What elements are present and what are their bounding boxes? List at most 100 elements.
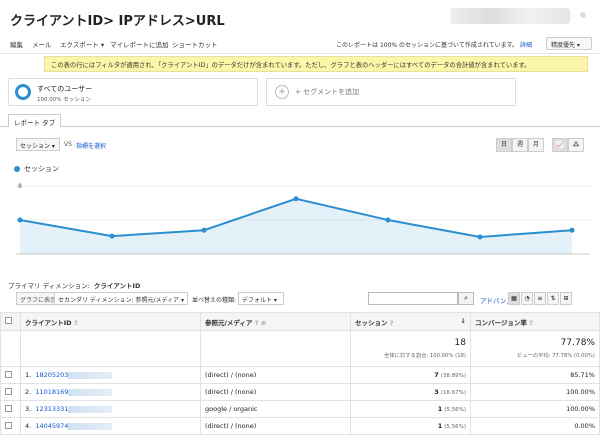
edit-button[interactable]: 編集	[10, 39, 23, 49]
table-search-input[interactable]	[368, 292, 458, 305]
sampling-note: このレポートは 100% のセッションに基づいて作成されています。 詳細	[336, 42, 532, 49]
account-info-blurred	[450, 8, 570, 24]
account-menu-icon[interactable]	[580, 12, 586, 18]
email-button[interactable]: メール	[32, 39, 52, 49]
header-source-medium[interactable]: 参照元/メディア ? ⊗	[200, 312, 351, 331]
client-id-link[interactable]: 14045974	[35, 422, 68, 430]
table-row: 2. 11018169 (direct) / (none) 3 (16.67%) …	[0, 383, 600, 401]
search-icon[interactable]: ⌕	[458, 292, 474, 305]
primary-dimension-value: クライアントID	[93, 282, 141, 290]
client-id-link[interactable]: 18205203	[35, 371, 68, 379]
total-conv-sub: ビューの平均: 77.78% (0.00%)	[516, 353, 595, 359]
conv-value: 100.00%	[470, 383, 600, 401]
period-month-button[interactable]: 月	[528, 138, 544, 152]
header-sessions[interactable]: セッション ? ↓	[350, 312, 471, 331]
data-point-3[interactable]	[293, 196, 299, 202]
data-point-2[interactable]	[201, 227, 207, 233]
table-row: 4. 14045974 (direct) / (none) 1 (5.56%) 0…	[0, 417, 600, 435]
shortcut-button[interactable]: ショートカット	[172, 39, 218, 49]
row-checkbox[interactable]	[5, 421, 12, 429]
motion-chart-icon[interactable]: ⁂	[568, 138, 584, 152]
select-all-cell	[0, 312, 21, 331]
data-point-1[interactable]	[109, 233, 115, 239]
row-index: 4.	[25, 422, 32, 430]
sessions-value: 1	[437, 405, 443, 413]
data-point-5[interactable]	[477, 234, 483, 240]
export-button[interactable]: エクスポート ▾	[60, 39, 104, 49]
comparison-view-icon[interactable]: ⇅	[547, 292, 559, 305]
data-point-6[interactable]	[569, 227, 575, 233]
data-point-0[interactable]	[17, 217, 23, 223]
page-title: クライアントID> IPアドレス>URL	[10, 14, 225, 29]
table-filters: グラフに表示 セカンダリ ディメンション: 参照元/メディア ▾ 並べ替えの種類…	[0, 292, 600, 308]
table-view-icon[interactable]: ▦	[508, 292, 520, 305]
client-id-blur	[68, 371, 113, 379]
pivot-view-icon[interactable]: ⊞	[560, 292, 572, 305]
client-id-blur	[68, 405, 113, 413]
help-icon: ?	[389, 318, 394, 327]
help-icon: ? ⊗	[254, 318, 267, 327]
source-cell: (direct) / (none)	[200, 383, 351, 401]
add-to-dashboard-button[interactable]: マイレポートに追加	[110, 39, 169, 49]
client-id-blur	[68, 422, 113, 430]
pie-view-icon[interactable]: ◔	[521, 292, 533, 305]
row-index: 2.	[25, 388, 32, 396]
secondary-dimension-dropdown[interactable]: セカンダリ ディメンション: 参照元/メディア ▾	[54, 292, 188, 305]
sort-type-dropdown[interactable]: デフォルト ▾	[238, 292, 284, 305]
total-sessions-sub: 全体に対する割合: 100.00% (18)	[384, 353, 466, 359]
row-index: 3.	[25, 405, 32, 413]
conv-value: 0.00%	[470, 417, 600, 435]
add-segment-box[interactable]: + + セグメントを追加	[266, 78, 516, 106]
sessions-area	[20, 198, 572, 254]
sessions-pct: (16.67%)	[440, 390, 466, 396]
report-toolbar: 編集 メール エクスポート ▾ マイレポートに追加 ショートカット このレポート…	[0, 36, 600, 54]
row-checkbox[interactable]	[5, 370, 12, 378]
segment-sub: 100.00% セッション	[37, 97, 91, 103]
sampling-mode-dropdown[interactable]: 精度優先 ▾	[546, 37, 592, 50]
conv-value: 100.00%	[470, 400, 600, 418]
select-all-checkbox[interactable]	[5, 317, 12, 324]
add-segment-label: + セグメントを追加	[295, 88, 360, 96]
header-client-id[interactable]: クライアントID ?	[20, 312, 201, 331]
source-cell: (direct) / (none)	[200, 417, 351, 435]
conv-value: 85.71%	[470, 366, 600, 384]
source-cell: (direct) / (none)	[200, 366, 351, 384]
performance-view-icon[interactable]: ≡	[534, 292, 546, 305]
line-chart-icon[interactable]: 📈	[552, 138, 568, 152]
row-index: 1.	[25, 371, 32, 379]
sessions-pct: (5.56%)	[444, 407, 466, 413]
vs-label: VS	[64, 141, 72, 148]
segment-name: すべてのユーザー	[37, 85, 93, 93]
primary-dimension: プライマリ ディメンション: クライアントID	[8, 282, 141, 290]
client-id-link[interactable]: 11018169	[35, 388, 68, 396]
period-week-button[interactable]: 週	[512, 138, 528, 152]
metric-dropdown[interactable]: セッション ▾	[16, 138, 60, 151]
table-row: 1. 18205203 (direct) / (none) 7 (38.89%) …	[0, 366, 600, 384]
select-metric-link[interactable]: 指標を選択	[76, 141, 106, 150]
legend-sessions-dot	[14, 166, 20, 172]
source-cell: google / organic	[200, 400, 351, 418]
sessions-value: 1	[437, 422, 443, 430]
help-icon: ?	[529, 318, 533, 327]
data-table: クライアントID ? 参照元/メディア ? ⊗ セッション ? ↓ コンバージョン…	[0, 312, 600, 435]
segment-all-users[interactable]: すべてのユーザー 100.00% セッション	[8, 78, 258, 106]
total-sessions: 18	[454, 338, 466, 348]
period-day-button[interactable]: 日	[496, 138, 512, 152]
totals-row: 18 全体に対する割合: 100.00% (18) 77.78% ビューの平均: 7…	[0, 330, 600, 367]
row-checkbox[interactable]	[5, 387, 12, 395]
header-conversion-rate[interactable]: コンバージョン率 ?	[470, 312, 600, 331]
tab-report[interactable]: レポート タブ	[8, 114, 62, 127]
sort-type-label: 並べ替えの種類:	[192, 297, 237, 304]
sessions-value: 7	[434, 371, 439, 379]
client-id-link[interactable]: 12313331	[35, 405, 68, 413]
sort-desc-icon: ↓	[460, 316, 466, 325]
ytick-top: 8	[18, 183, 22, 190]
sessions-line-chart: 8 4	[16, 183, 590, 255]
sessions-pct: (38.89%)	[440, 373, 466, 379]
total-conv: 77.78%	[560, 338, 595, 348]
data-point-4[interactable]	[385, 217, 391, 223]
tab-divider	[0, 126, 600, 127]
row-checkbox[interactable]	[5, 404, 12, 412]
detail-link[interactable]: 詳細	[520, 42, 532, 49]
legend-sessions-label: セッション	[24, 165, 59, 173]
